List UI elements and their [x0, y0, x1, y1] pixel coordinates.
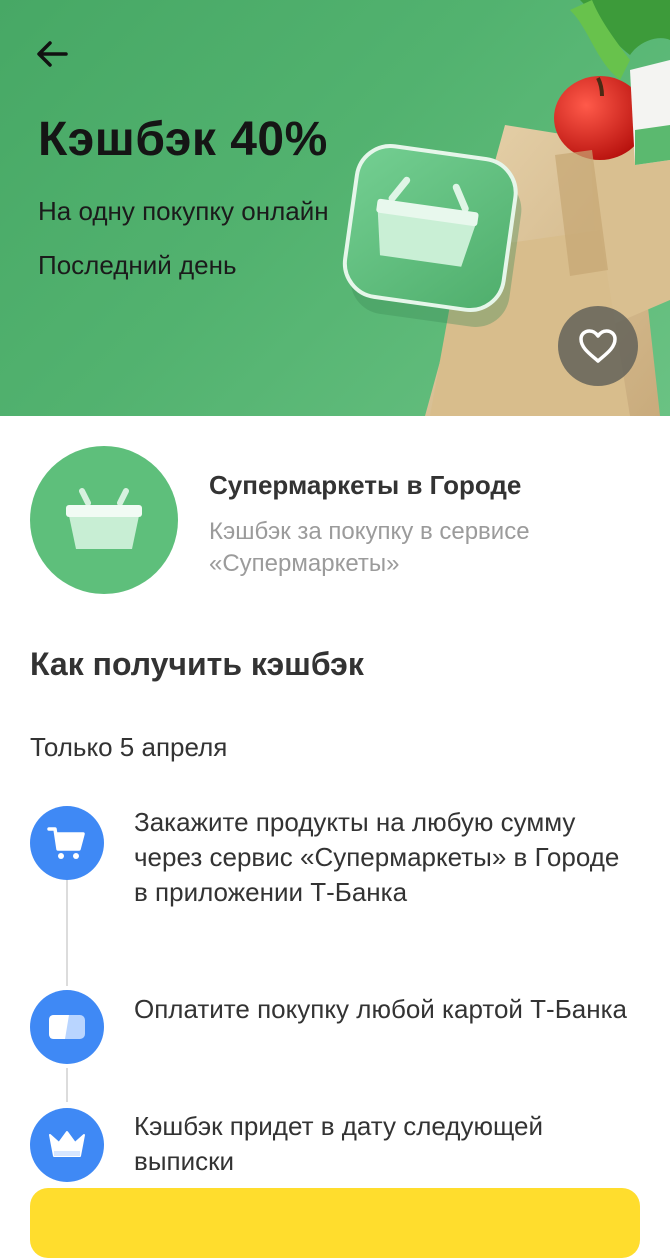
step-icon-1: [30, 806, 104, 880]
partner-description: Кэшбэк за покупку в сервисе «Супермаркет…: [209, 518, 530, 577]
how-to-title: Как получить кэшбэк: [30, 646, 364, 682]
partner-logo: [30, 446, 178, 594]
offer-subtitle: На одну покупку онлайн: [38, 196, 329, 226]
crown-icon: [49, 1131, 85, 1157]
step-text-3: Кэшбэк придет в дату следующей выписки: [134, 1111, 544, 1176]
offer-title: Кэшбэк 40%: [38, 113, 328, 166]
step-icon-2: [30, 990, 104, 1064]
favorite-button[interactable]: [558, 306, 638, 386]
step-connector: [66, 880, 68, 986]
basket-icon: [66, 488, 142, 549]
step-text-2: Оплатите покупку любой картой Т-Банка: [134, 994, 627, 1024]
primary-action-button[interactable]: [30, 1188, 640, 1258]
arrow-left-icon: [37, 41, 68, 67]
offer-period: Только 5 апреля: [30, 732, 228, 762]
step-icon-3: [30, 1108, 104, 1182]
heart-icon: [579, 329, 617, 363]
step-connector: [66, 1068, 68, 1102]
shopping-cart-icon: [47, 827, 85, 859]
payment-card-icon: [49, 1015, 85, 1039]
step-text-1: Закажите продукты на любую сумму через с…: [134, 807, 620, 907]
back-button[interactable]: [30, 32, 74, 76]
offer-hero-banner: Кэшбэк 40% На одну покупку онлайн Послед…: [0, 0, 670, 416]
partner-name: Супермаркеты в Городе: [209, 470, 522, 500]
offer-deadline: Последний день: [38, 250, 237, 280]
